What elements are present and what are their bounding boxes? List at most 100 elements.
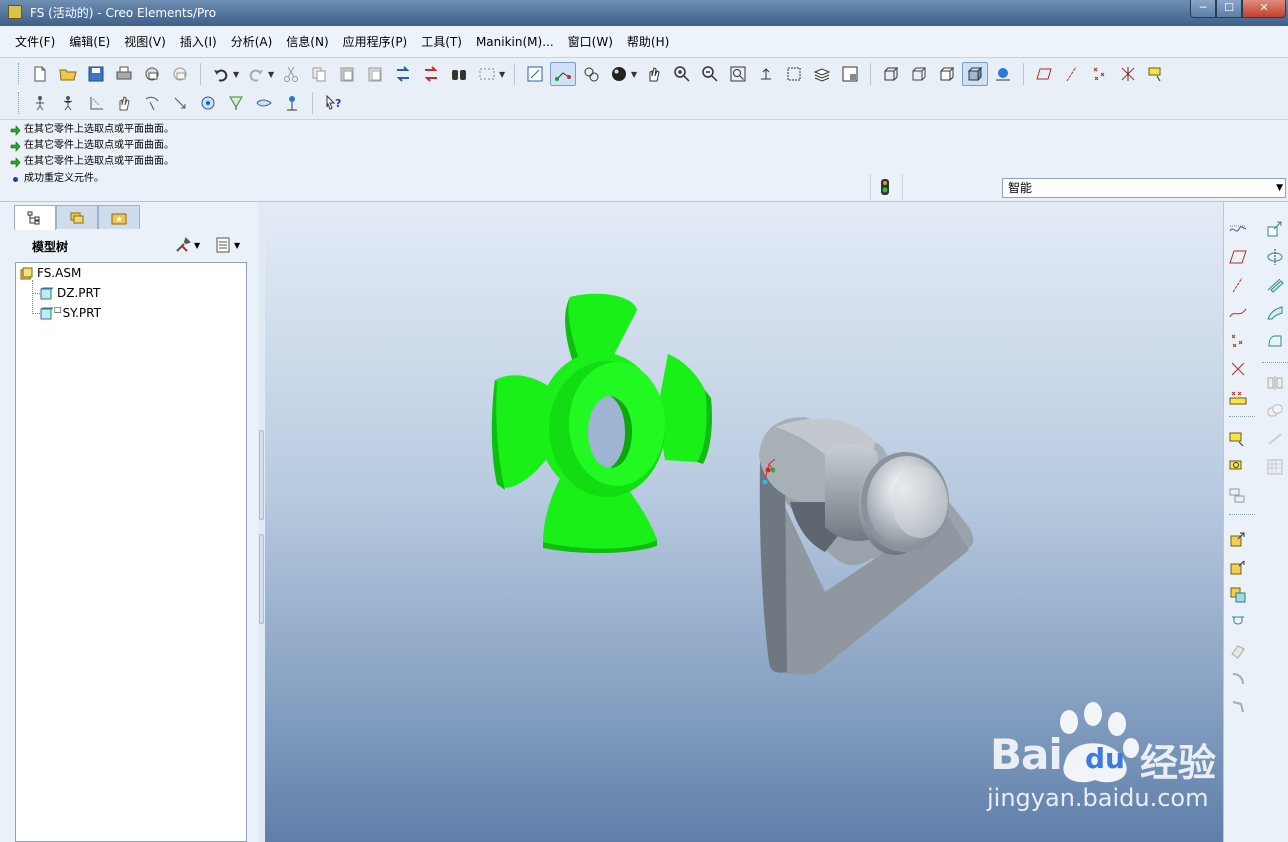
3d-model-canvas[interactable]: [265, 202, 1223, 842]
close-button[interactable]: ✕: [1242, 0, 1286, 18]
sketch-view-icon[interactable]: [522, 62, 548, 86]
annotation-icon[interactable]: [1143, 62, 1169, 86]
save-icon[interactable]: [83, 62, 109, 86]
open-folder-icon[interactable]: [55, 62, 81, 86]
redo-icon[interactable]: [243, 62, 269, 86]
menu-analysis[interactable]: 分析(A): [224, 26, 280, 58]
menu-file[interactable]: 文件(F): [8, 26, 62, 58]
tree-item-assembly[interactable]: FS.ASM: [20, 264, 81, 282]
no-hidden-icon[interactable]: [934, 62, 960, 86]
menu-insert[interactable]: 插入(I): [173, 26, 224, 58]
selection-filter-select[interactable]: 智能 ▼: [1002, 178, 1286, 198]
enhanced-realism-icon[interactable]: [990, 62, 1016, 86]
cut-icon[interactable]: [278, 62, 304, 86]
display-style-icon[interactable]: [578, 62, 604, 86]
manikin-cone-icon[interactable]: [223, 91, 249, 115]
round-tool-icon[interactable]: [1227, 668, 1249, 690]
manikin-move-icon[interactable]: [167, 91, 193, 115]
fan-part[interactable]: [491, 293, 713, 554]
extrude-tool-icon[interactable]: [1264, 218, 1286, 240]
hole-tool-icon[interactable]: [1227, 612, 1249, 634]
tab-model-tree[interactable]: [14, 205, 56, 230]
shading-dropdown-icon[interactable]: ▼: [631, 70, 639, 79]
refit-icon[interactable]: [725, 62, 751, 86]
create-component-icon[interactable]: [1227, 556, 1249, 578]
tree-item-part[interactable]: □ SY.PRT: [40, 304, 101, 322]
paste-special-icon[interactable]: [362, 62, 388, 86]
print-icon[interactable]: [111, 62, 137, 86]
merge-tool-icon[interactable]: [1264, 400, 1286, 422]
menu-view[interactable]: 视图(V): [117, 26, 173, 58]
menu-info[interactable]: 信息(N): [279, 26, 335, 58]
datum-planes-icon[interactable]: [1031, 62, 1057, 86]
select-box-icon[interactable]: [474, 62, 500, 86]
paste-icon[interactable]: [334, 62, 360, 86]
menu-tools[interactable]: 工具(T): [414, 26, 469, 58]
sketch-tool-icon[interactable]: [1227, 218, 1249, 240]
datum-plane-tool-icon[interactable]: [1227, 246, 1249, 268]
manikin-vision-icon[interactable]: [251, 91, 277, 115]
shaded-icon[interactable]: [962, 62, 988, 86]
datum-axis-tool-icon[interactable]: [1227, 274, 1249, 296]
tab-folder-browser[interactable]: [56, 205, 98, 229]
wireframe-icon[interactable]: [878, 62, 904, 86]
maximize-button[interactable]: ☐: [1216, 0, 1242, 18]
menu-window[interactable]: 窗口(W): [561, 26, 620, 58]
tree-settings-button[interactable]: ▼: [174, 235, 204, 255]
manikin-view-icon[interactable]: [195, 91, 221, 115]
spin-center-icon[interactable]: [550, 62, 576, 86]
mirror-tool-icon[interactable]: [1264, 372, 1286, 394]
saved-views-icon[interactable]: [781, 62, 807, 86]
select-dropdown-icon[interactable]: ▼: [499, 70, 507, 79]
view-manager-icon[interactable]: [837, 62, 863, 86]
menu-manikin[interactable]: Manikin(M)...: [469, 26, 561, 58]
manikin-analysis-icon[interactable]: [279, 91, 305, 115]
regen-manager-icon[interactable]: [418, 62, 444, 86]
minimize-button[interactable]: ─: [1190, 0, 1216, 18]
undo-icon[interactable]: [208, 62, 234, 86]
toolbar-grip-2[interactable]: [18, 92, 21, 114]
new-file-icon[interactable]: [27, 62, 53, 86]
assemble-component-icon[interactable]: [1227, 528, 1249, 550]
undo-dropdown-icon[interactable]: ▼: [233, 70, 241, 79]
traffic-light-icon[interactable]: [880, 178, 890, 196]
shell-tool-icon[interactable]: [1227, 640, 1249, 662]
layers-icon[interactable]: [809, 62, 835, 86]
manikin-reach-icon[interactable]: [139, 91, 165, 115]
boundary-blend-icon[interactable]: [1264, 330, 1286, 352]
datum-curve-tool-icon[interactable]: [1227, 302, 1249, 324]
trim-tool-icon[interactable]: [1264, 428, 1286, 450]
manikin-insert-icon[interactable]: [27, 91, 53, 115]
redo-dropdown-icon[interactable]: ▼: [268, 70, 276, 79]
tab-favorites[interactable]: [98, 205, 140, 229]
blend-tool-icon[interactable]: [1264, 302, 1286, 324]
send-link-icon[interactable]: [167, 62, 193, 86]
shading-sphere-icon[interactable]: [606, 62, 632, 86]
chamfer-tool-icon[interactable]: [1227, 696, 1249, 718]
pattern-tool-icon[interactable]: [1264, 456, 1286, 478]
tree-show-button[interactable]: ▼: [214, 235, 244, 255]
hidden-line-icon[interactable]: [906, 62, 932, 86]
copy-icon[interactable]: [306, 62, 332, 86]
note-surface-tool-icon[interactable]: [1227, 456, 1249, 478]
reorient-icon[interactable]: [753, 62, 779, 86]
pan-hand-icon[interactable]: [641, 62, 667, 86]
package-component-icon[interactable]: [1227, 584, 1249, 606]
context-help-icon[interactable]: ?: [320, 91, 346, 115]
send-mail-icon[interactable]: [139, 62, 165, 86]
zoom-in-icon[interactable]: [669, 62, 695, 86]
splitter-handle[interactable]: [259, 534, 264, 624]
panel-splitter[interactable]: [258, 202, 265, 842]
menu-applications[interactable]: 应用程序(P): [336, 26, 415, 58]
splitter-handle[interactable]: [259, 430, 264, 520]
toolbar-grip[interactable]: [18, 63, 21, 85]
manikin-pose-icon[interactable]: [55, 91, 81, 115]
analysis-feature-tool-icon[interactable]: [1227, 386, 1249, 408]
sweep-tool-icon[interactable]: [1264, 274, 1286, 296]
tree-item-part[interactable]: DZ.PRT: [40, 284, 100, 302]
manikin-axes-icon[interactable]: [83, 91, 109, 115]
revolve-tool-icon[interactable]: [1264, 246, 1286, 268]
note-tool-icon[interactable]: [1227, 428, 1249, 450]
regenerate-icon[interactable]: [390, 62, 416, 86]
base-part[interactable]: [759, 417, 974, 675]
